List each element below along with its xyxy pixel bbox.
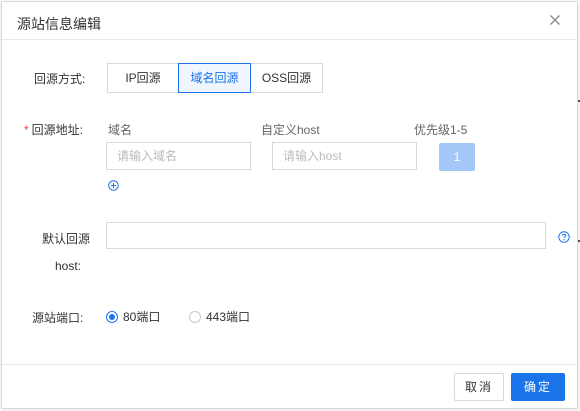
origin-port-label: 源站端口:	[32, 311, 84, 325]
domain-column-header: 域名	[108, 123, 133, 137]
dialog-footer: 取消 确定	[2, 364, 577, 408]
priority-column-header: 优先级1-5	[414, 123, 468, 137]
priority-stepper[interactable]: 1	[439, 143, 475, 171]
custom-host-input[interactable]	[272, 142, 417, 170]
domain-input[interactable]	[106, 142, 251, 170]
origin-mode-oss[interactable]: OSS回源	[250, 63, 323, 93]
port-443-label: 443端口	[206, 310, 251, 324]
port-80-radio[interactable]: 80端口	[106, 308, 160, 325]
radio-checked-icon	[106, 310, 118, 323]
required-marker: *	[24, 123, 29, 137]
origin-mode-domain[interactable]: 域名回源	[178, 63, 251, 93]
radio-unchecked-icon	[189, 310, 201, 323]
confirm-button[interactable]: 确定	[511, 373, 565, 401]
dialog-title: 源站信息编辑	[17, 16, 101, 32]
cancel-button[interactable]: 取消	[454, 373, 504, 401]
origin-mode-ip[interactable]: IP回源	[107, 63, 179, 93]
plus-circle-icon[interactable]	[108, 180, 119, 191]
origin-edit-dialog: 源站信息编辑 回源方式: IP回源 域名回源 OSS回源 * 回源地址: 域名 自…	[1, 1, 578, 409]
default-host-label-line2: host:	[55, 259, 82, 273]
origin-mode-label: 回源方式:	[34, 72, 86, 86]
close-icon[interactable]	[547, 12, 563, 28]
custom-host-column-header: 自定义host	[261, 123, 320, 137]
port-80-label: 80端口	[123, 310, 161, 324]
default-host-label-line1: 默认回源	[42, 232, 91, 246]
dialog-header: 源站信息编辑	[2, 2, 577, 40]
port-443-radio[interactable]: 443端口	[189, 308, 250, 325]
question-circle-icon[interactable]	[558, 231, 570, 243]
default-host-input[interactable]	[106, 222, 546, 249]
origin-address-label-text: 回源地址:	[31, 123, 84, 137]
origin-address-label: * 回源地址:	[24, 121, 83, 138]
origin-mode-segmented: IP回源 域名回源 OSS回源	[107, 63, 323, 93]
